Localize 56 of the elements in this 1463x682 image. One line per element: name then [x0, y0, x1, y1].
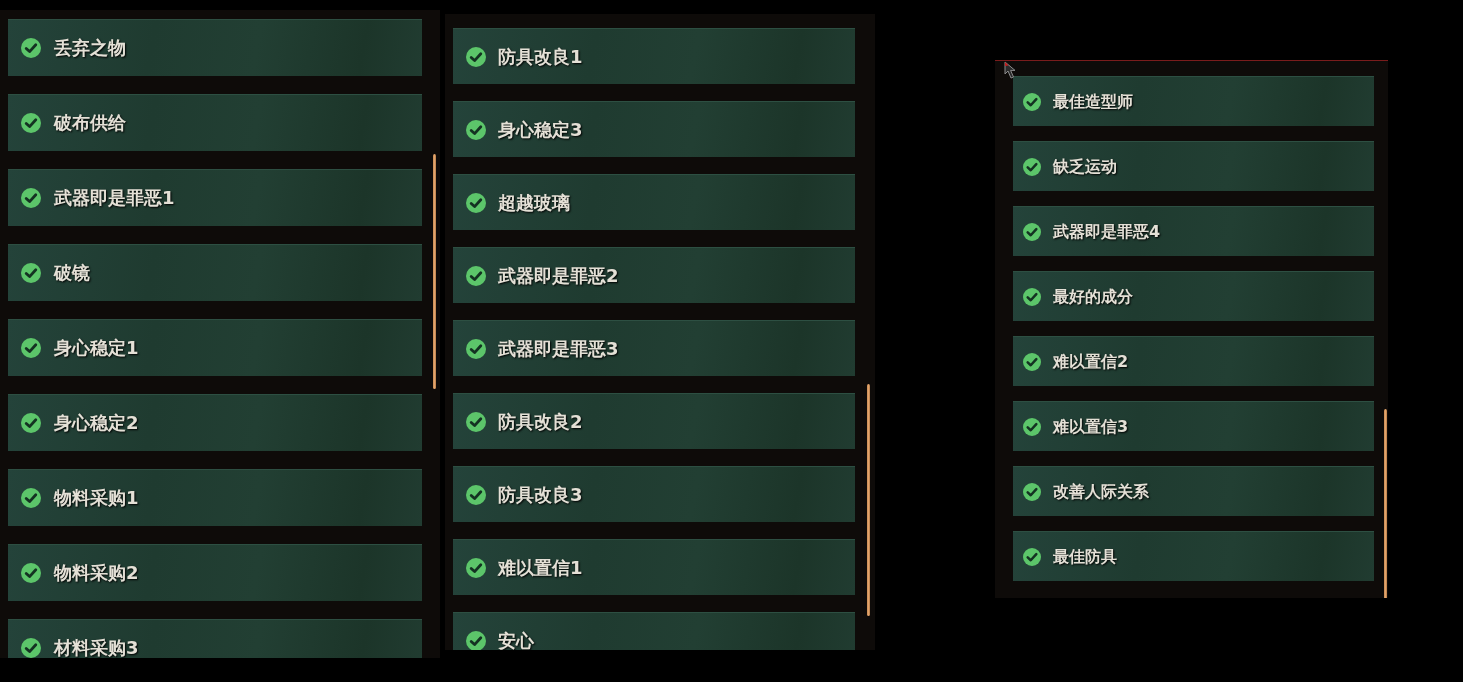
achievement-row[interactable]: 武器即是罪恶4 [1013, 206, 1374, 256]
achievement-name: 防具改良2 [498, 410, 583, 433]
achievement-name: 物料采购1 [54, 487, 139, 509]
achievement-row[interactable]: 缺乏运动 [1013, 141, 1374, 191]
achievement-name: 身心稳定1 [54, 337, 139, 359]
achievement-row[interactable]: 身心稳定3 [453, 101, 855, 157]
achievement-name: 安心 [498, 629, 534, 650]
achievement-name: 武器即是罪恶1 [54, 187, 175, 209]
achievement-row[interactable]: 防具改良1 [453, 28, 855, 84]
achievement-row[interactable]: 改善人际关系 [1013, 466, 1374, 516]
achievement-row[interactable]: 破布供给 [8, 94, 422, 151]
achievement-row[interactable]: 难以置信2 [1013, 336, 1374, 386]
achievement-name: 破布供给 [54, 112, 126, 134]
achievement-name: 超越玻璃 [498, 191, 570, 214]
achievement-row[interactable]: 最好的成分 [1013, 271, 1374, 321]
achievement-row[interactable]: 物料采购1 [8, 469, 422, 526]
achievement-row[interactable]: 难以置信3 [1013, 401, 1374, 451]
achievement-name: 难以置信1 [498, 556, 583, 579]
achievement-row[interactable]: 最佳防具 [1013, 531, 1374, 581]
achievement-name: 最佳防具 [1053, 546, 1117, 567]
achievement-row[interactable]: 身心稳定2 [8, 394, 422, 451]
achievement-row[interactable]: 安心 [453, 612, 855, 650]
achievement-row[interactable]: 难以置信1 [453, 539, 855, 595]
achievement-name: 防具改良1 [498, 45, 583, 68]
achievement-name: 物料采购2 [54, 562, 139, 584]
achievement-row[interactable]: 武器即是罪恶1 [8, 169, 422, 226]
scrollbar-thumb[interactable] [867, 384, 870, 616]
scrollbar-thumb[interactable] [433, 154, 436, 389]
scrollbar-thumb[interactable] [1384, 409, 1387, 598]
mouse-pointer-icon [1004, 61, 1018, 79]
achievement-row[interactable]: 超越玻璃 [453, 174, 855, 230]
achievement-name: 材料采购3 [54, 637, 139, 658]
achievement-name: 难以置信3 [1053, 416, 1129, 437]
achievement-row[interactable]: 武器即是罪恶2 [453, 247, 855, 303]
achievement-row[interactable]: 材料采购3 [8, 619, 422, 658]
achievement-name: 缺乏运动 [1053, 156, 1117, 177]
achievement-name: 身心稳定2 [54, 412, 139, 434]
achievement-name: 最佳造型师 [1053, 91, 1133, 112]
achievement-name: 破镜 [54, 262, 90, 284]
achievement-row[interactable]: 防具改良2 [453, 393, 855, 449]
achievement-name: 武器即是罪恶3 [498, 337, 619, 360]
achievement-name: 难以置信2 [1053, 351, 1129, 372]
achievement-row[interactable]: 武器即是罪恶3 [453, 320, 855, 376]
achievement-row[interactable]: 最佳造型师 [1013, 76, 1374, 126]
achievement-row[interactable]: 丢弃之物 [8, 19, 422, 76]
achievement-name: 最好的成分 [1053, 286, 1133, 307]
achievement-name: 丢弃之物 [54, 37, 126, 59]
achievement-name: 防具改良3 [498, 483, 583, 506]
achievement-row[interactable]: 物料采购2 [8, 544, 422, 601]
achievement-row[interactable]: 破镜 [8, 244, 422, 301]
achievement-row[interactable]: 身心稳定1 [8, 319, 422, 376]
achievement-name: 改善人际关系 [1053, 481, 1149, 502]
achievement-name: 武器即是罪恶4 [1053, 221, 1161, 242]
achievement-row[interactable]: 防具改良3 [453, 466, 855, 522]
achievement-name: 武器即是罪恶2 [498, 264, 619, 287]
achievement-name: 身心稳定3 [498, 118, 583, 141]
